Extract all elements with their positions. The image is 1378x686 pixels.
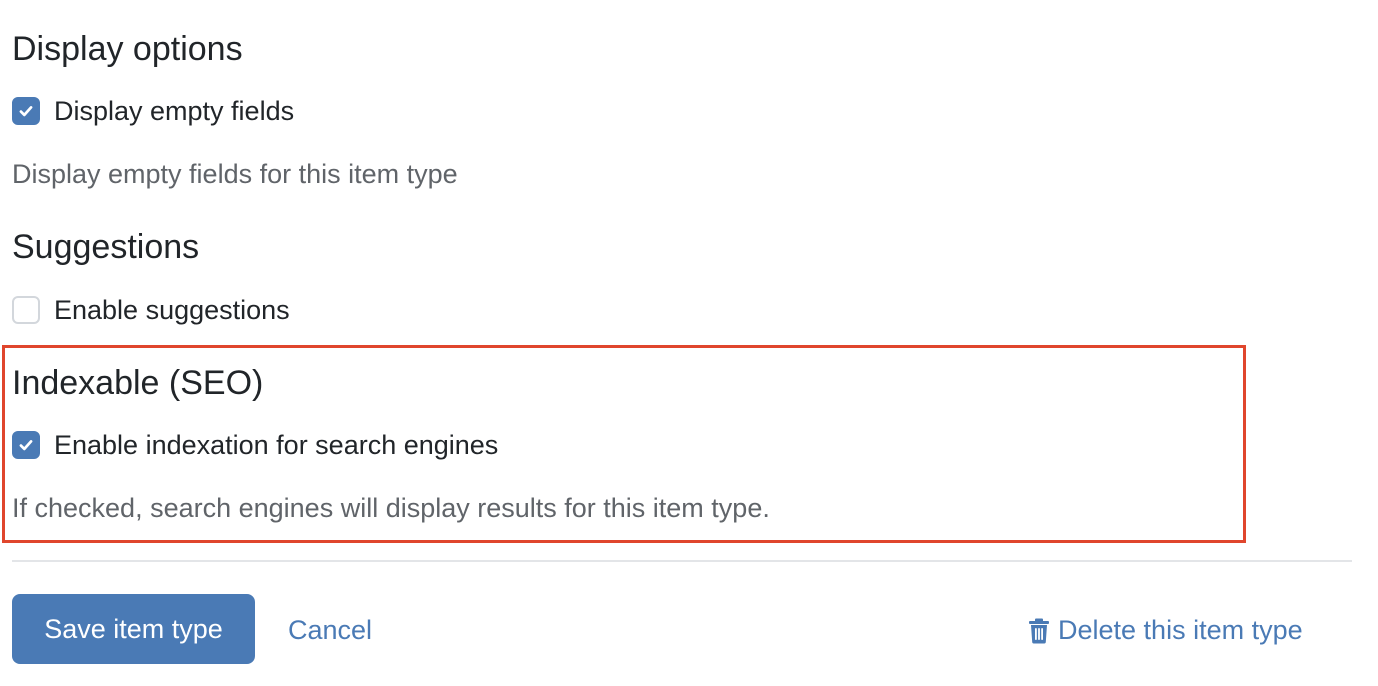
- seo-help-text: If checked, search engines will display …: [12, 493, 770, 523]
- checkmark-icon: [19, 440, 33, 451]
- display-options-heading: Display options: [12, 30, 243, 68]
- suggestions-heading: Suggestions: [12, 228, 200, 266]
- enable-indexation-checkbox[interactable]: [12, 431, 40, 459]
- enable-indexation-label: Enable indexation for search engines: [54, 429, 499, 460]
- display-empty-fields-checkbox[interactable]: [12, 97, 40, 125]
- display-empty-fields-label: Display empty fields: [54, 95, 295, 126]
- seo-heading: Indexable (SEO): [12, 364, 264, 402]
- delete-item-type-label: Delete this item type: [1058, 615, 1303, 645]
- display-empty-fields-help: Display empty fields for this item type: [12, 159, 458, 189]
- trash-icon: [1029, 618, 1049, 643]
- checkmark-icon: [19, 106, 33, 117]
- display-empty-fields-option[interactable]: Display empty fields: [12, 97, 294, 125]
- save-item-type-button[interactable]: Save item type: [12, 594, 255, 664]
- form-divider: [12, 560, 1352, 562]
- enable-suggestions-checkbox[interactable]: [12, 296, 40, 324]
- cancel-link[interactable]: Cancel: [288, 617, 372, 644]
- enable-suggestions-option[interactable]: Enable suggestions: [12, 296, 290, 324]
- delete-item-type-link[interactable]: Delete this item type: [1028, 617, 1303, 644]
- enable-suggestions-label: Enable suggestions: [54, 294, 290, 325]
- enable-indexation-option[interactable]: Enable indexation for search engines: [12, 431, 498, 459]
- item-type-settings-form: Display options Display empty fields Dis…: [0, 0, 1378, 686]
